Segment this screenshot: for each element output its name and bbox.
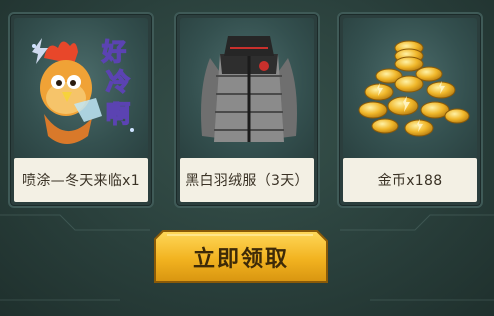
reward-card-jacket[interactable]: 黑白羽绒服（3天） [174,12,320,208]
down-jacket-icon [201,36,297,142]
reward-label-jacket: 黑白羽绒服（3天） [180,158,314,202]
reward-art-gold [343,18,477,158]
claim-now-button[interactable]: 立即领取 [153,229,329,284]
reward-card-gold[interactable]: 金币x188 [337,12,483,208]
svg-text:好: 好 [101,38,126,66]
rooster-spray-icon: 好 冷 啊 [32,37,134,144]
svg-text:啊: 啊 [106,100,130,128]
reward-label-gold: 金币x188 [343,158,477,202]
gold-coins-icon [358,40,470,137]
claim-now-label: 立即领取 [192,246,289,272]
svg-text:冷: 冷 [106,68,130,96]
reward-card-spray[interactable]: 好 冷 啊 喷涂—冬天来临x1 [8,12,154,208]
reward-art-spray: 好 冷 啊 [14,18,148,158]
reward-label-spray: 喷涂—冬天来临x1 [14,158,148,202]
reward-art-jacket [180,18,314,158]
